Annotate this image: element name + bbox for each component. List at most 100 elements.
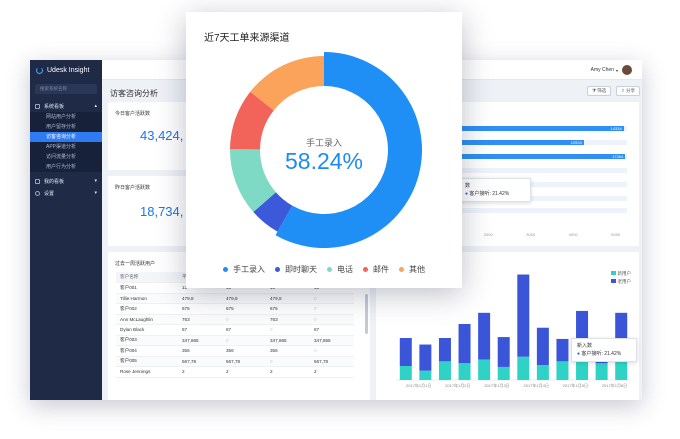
chevron-down-icon: ▾ xyxy=(615,67,618,73)
bar-old-users[interactable] xyxy=(419,344,432,371)
table-cell: 2 xyxy=(310,366,354,378)
tooltip-row: ● 客户接听: 21.42% xyxy=(465,191,510,197)
table-cell: 567,78 xyxy=(178,356,222,367)
legend-label: 其他 xyxy=(409,265,425,274)
sidebar-search-input[interactable]: 搜索系统名称 xyxy=(35,84,97,94)
table-cell: 347,865 xyxy=(310,335,354,346)
kpi-value: 18,734, xyxy=(140,204,184,219)
app-logo: Udesk Insight xyxy=(30,60,102,80)
bar-new-users[interactable] xyxy=(595,363,608,380)
table-row[interactable]: Tillie Harmon 479,8 479,8 479,8 0 xyxy=(116,293,354,304)
sidebar-group-my[interactable]: 我的看板 ▾ xyxy=(30,175,102,187)
legend-item[interactable]: 其他 xyxy=(399,264,425,275)
legend-item[interactable]: 即时聊天 xyxy=(275,264,317,275)
user-menu[interactable]: Amy Chen ▾ xyxy=(591,65,632,75)
bar-old-users[interactable] xyxy=(478,312,491,360)
hbar-chart-card: 14334 12534 17264 2000 3000 4000 5000 数 … xyxy=(457,102,639,246)
table-cell: 客户004 xyxy=(116,345,178,357)
sidebar-item-behavior[interactable]: 用户行为分析 xyxy=(30,162,102,172)
legend-label: 即时聊天 xyxy=(285,265,317,274)
table-cell: 0 xyxy=(310,303,354,315)
bar-old-users[interactable] xyxy=(497,337,510,367)
bar-old-users[interactable] xyxy=(458,324,471,364)
legend-item[interactable]: 手工录入 xyxy=(223,264,265,275)
share-button[interactable]: ⇪ 分享 xyxy=(616,86,641,96)
x-tick-label: 2017年1月1日 xyxy=(406,382,431,388)
table-row[interactable]: Ann McLaughlin 763 0 763 0 xyxy=(116,314,354,325)
table-title: 过去一周活跃用户 xyxy=(115,261,156,267)
sidebar-group-settings[interactable]: 设置 ▾ xyxy=(30,187,102,199)
table-cell: 67 xyxy=(222,324,266,336)
sidebar-item-traffic[interactable]: 访问流量分析 xyxy=(30,152,102,162)
table-row[interactable]: 客户004 356 356 356 0 xyxy=(116,345,354,357)
sidebar-item-website-users[interactable]: 网站用户分析 xyxy=(30,112,102,122)
table-cell: 675 xyxy=(222,303,266,315)
page-title: 访客咨询分析 xyxy=(110,89,158,98)
hbar-bar: 14334 xyxy=(461,126,624,131)
table-cell: 客户005 xyxy=(116,356,178,367)
table-scrollbar[interactable] xyxy=(365,294,368,334)
table-cell: 0 xyxy=(310,293,354,304)
sidebar-group-label: 系统看板 xyxy=(44,103,65,110)
table-row[interactable]: Dylan Black 67 67 0 67 xyxy=(116,324,354,336)
sidebar-item-app-channel[interactable]: APP渠道分析 xyxy=(30,142,102,152)
hbar-tick: 4000 xyxy=(568,232,578,237)
table-cell: 0 xyxy=(222,314,266,325)
table-cell: 763 xyxy=(266,314,310,325)
bar-new-users[interactable] xyxy=(399,366,412,380)
sidebar-group-system[interactable]: 系统看板 ▴ xyxy=(30,100,102,112)
bar-new-users[interactable] xyxy=(478,359,491,380)
tooltip-category: 新入数 xyxy=(577,343,593,349)
legend-item[interactable]: 邮件 xyxy=(363,264,389,275)
bar-new-users[interactable] xyxy=(438,361,451,380)
sidebar-group-label: 我的看板 xyxy=(44,178,65,185)
hbar-tick: 5000 xyxy=(611,232,621,237)
bar-old-users[interactable] xyxy=(438,338,451,362)
kpi-card-yesterday: 昨日客户活跃数 18,734, xyxy=(108,176,190,246)
kpi-card-today: 今日客户活跃数 43,424, xyxy=(108,102,190,170)
legend-dot-icon xyxy=(399,267,404,272)
table-cell: 356 xyxy=(222,345,266,357)
bar-new-users[interactable] xyxy=(419,370,432,380)
filter-button[interactable]: ⧩ 筛选 xyxy=(587,86,612,96)
hbar-tooltip: 数 ● 客户接听: 21.42% xyxy=(459,178,531,202)
kpi-label: 昨日客户活跃数 xyxy=(115,185,151,191)
table-header[interactable]: 客户名称 xyxy=(116,272,178,283)
share-icon: ⇪ xyxy=(621,88,625,93)
share-label: 分享 xyxy=(626,88,636,93)
kpi-value: 43,424, xyxy=(140,128,184,143)
sidebar-item-visitor-consult[interactable]: 访客咨询分析 xyxy=(30,132,102,142)
bar-old-users[interactable] xyxy=(536,327,549,366)
bar-old-users[interactable] xyxy=(399,338,412,366)
x-tick-label: 2017年1月5日 xyxy=(563,382,588,388)
bar-new-users[interactable] xyxy=(576,359,589,380)
donut-center-value: 58.24% xyxy=(284,148,363,174)
table-row[interactable]: 客户002 675 675 675 0 xyxy=(116,303,354,315)
bar-old-users[interactable] xyxy=(556,338,569,362)
bar-new-users[interactable] xyxy=(556,361,569,380)
stacked-tooltip: 新入数 ● 客户接听: 21.42% xyxy=(571,338,637,362)
table-row[interactable]: Rose Jennings 2 2 2 2 xyxy=(116,366,354,378)
table-row[interactable]: 客户005 567,78 567,78 0 567,78 xyxy=(116,356,354,367)
tooltip-label: 客户接听 xyxy=(469,191,490,197)
sidebar-item-retention[interactable]: 用户留存分析 xyxy=(30,122,102,132)
hbar-track: 17264 xyxy=(461,154,627,159)
table-cell: 0 xyxy=(266,356,310,367)
legend-item[interactable]: 电话 xyxy=(327,264,353,275)
hbar-track: 14334 xyxy=(461,126,627,131)
legend-dot-icon xyxy=(327,267,332,272)
bar-new-users[interactable] xyxy=(536,365,549,380)
bar-old-users[interactable] xyxy=(517,274,530,357)
table-cell: 479,8 xyxy=(266,293,310,304)
table-row[interactable]: 客户003 347,865 0 347,865 347,865 xyxy=(116,335,354,346)
table-cell: 2 xyxy=(266,366,310,378)
bar-new-users[interactable] xyxy=(517,356,530,380)
table-cell: 2 xyxy=(222,366,266,378)
avatar xyxy=(622,65,632,75)
table-cell: 347,865 xyxy=(266,335,310,346)
tooltip-row: ● 客户接听: 21.42% xyxy=(577,351,622,357)
x-tick-label: 2017年1月2日 xyxy=(445,382,470,388)
bar-new-users[interactable] xyxy=(458,363,471,380)
bar-new-users[interactable] xyxy=(497,366,510,380)
table-cell: 347,865 xyxy=(178,335,222,346)
